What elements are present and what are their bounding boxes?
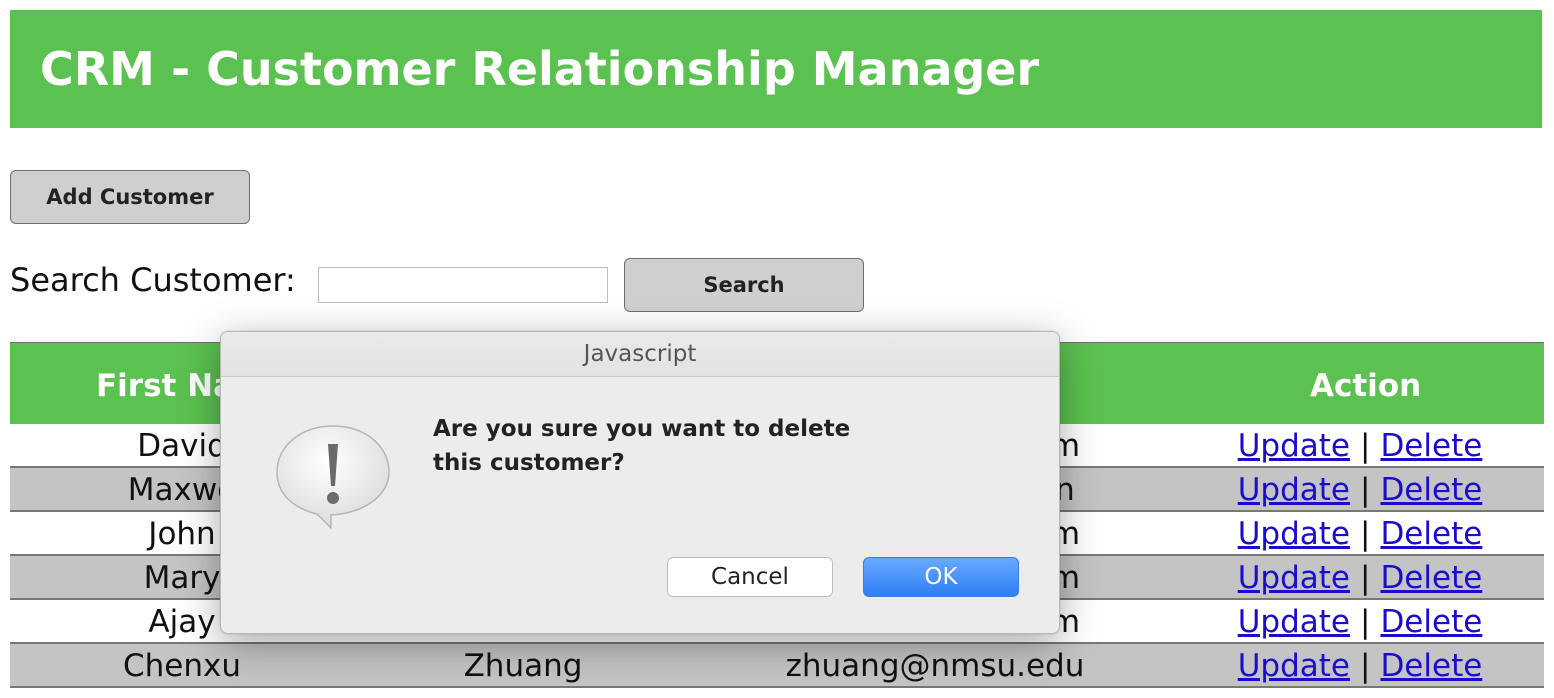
cancel-button[interactable]: Cancel bbox=[667, 557, 833, 597]
update-link[interactable]: Update bbox=[1238, 604, 1350, 640]
cell-action: Update | Delete bbox=[1238, 518, 1483, 551]
cell-first-name: Chenxu bbox=[122, 648, 242, 684]
cell-first-name: Ajay bbox=[148, 604, 216, 640]
action-separator: | bbox=[1359, 648, 1371, 684]
cell-action: Update | Delete bbox=[1238, 562, 1483, 595]
alert-icon bbox=[276, 425, 390, 530]
update-link[interactable]: Update bbox=[1238, 648, 1350, 684]
cell-first-name: Mary bbox=[143, 560, 221, 596]
action-separator: | bbox=[1359, 428, 1371, 464]
update-link[interactable]: Update bbox=[1238, 516, 1350, 552]
update-link[interactable]: Update bbox=[1238, 428, 1350, 464]
ok-button[interactable]: OK bbox=[863, 557, 1019, 597]
dialog-message: Are you sure you want to delete this cus… bbox=[433, 416, 851, 476]
cell-first-name: David bbox=[137, 428, 227, 464]
confirm-dialog: Javascript Are you sure you want to dele… bbox=[220, 331, 1060, 634]
cell-action: Update | Delete bbox=[1238, 606, 1483, 639]
app-header: CRM - Customer Relationship Manager bbox=[10, 10, 1542, 128]
cell-action: Update | Delete bbox=[1238, 430, 1483, 463]
search-label: Search Customer: bbox=[10, 261, 296, 299]
action-separator: | bbox=[1359, 516, 1371, 552]
update-link[interactable]: Update bbox=[1238, 560, 1350, 596]
delete-link[interactable]: Delete bbox=[1380, 472, 1482, 508]
table-row: Chenxu Zhuang zhuang@nmsu.edu Update | Del… bbox=[10, 644, 1544, 688]
delete-link[interactable]: Delete bbox=[1380, 648, 1482, 684]
search-input[interactable] bbox=[318, 267, 608, 303]
delete-link[interactable]: Delete bbox=[1380, 604, 1482, 640]
search-button[interactable]: Search bbox=[624, 258, 864, 312]
add-customer-button[interactable]: Add Customer bbox=[10, 170, 250, 224]
cell-last-name: Zhuang bbox=[463, 648, 583, 684]
header-action: Action bbox=[1310, 368, 1422, 404]
action-separator: | bbox=[1359, 560, 1371, 596]
delete-link[interactable]: Delete bbox=[1380, 560, 1482, 596]
page-title: CRM - Customer Relationship Manager bbox=[40, 42, 1040, 96]
cell-action: Update | Delete bbox=[1238, 650, 1483, 683]
cell-email: zhuang@nmsu.edu bbox=[785, 648, 1085, 684]
header-first-name: First Na bbox=[96, 368, 235, 404]
dialog-title: Javascript bbox=[221, 332, 1059, 377]
cell-action: Update | Delete bbox=[1238, 474, 1483, 507]
action-separator: | bbox=[1359, 604, 1371, 640]
update-link[interactable]: Update bbox=[1238, 472, 1350, 508]
delete-link[interactable]: Delete bbox=[1380, 428, 1482, 464]
cell-first-name: John bbox=[148, 516, 216, 552]
delete-link[interactable]: Delete bbox=[1380, 516, 1482, 552]
action-separator: | bbox=[1359, 472, 1371, 508]
